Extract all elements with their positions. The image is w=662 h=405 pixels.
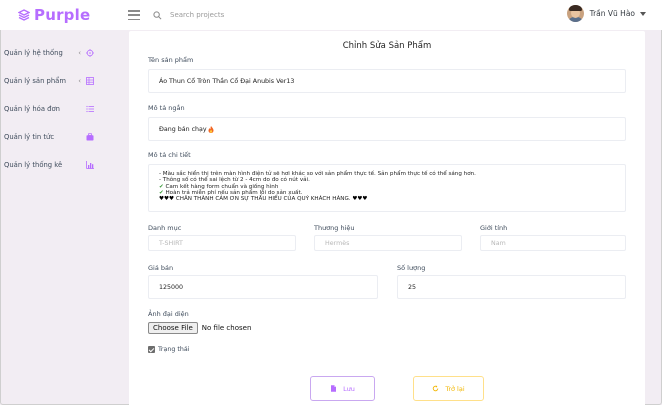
category-placeholder: T-SHIRT xyxy=(159,239,183,247)
sidebar: Quản lý hệ thống ‹ Quản lý sản phẩm ‹ Qu… xyxy=(0,30,103,179)
sidebar-item-label: Quản lý tin tức xyxy=(4,133,55,141)
chevron-left-icon: ‹ xyxy=(78,76,81,85)
logo-icon xyxy=(18,9,30,21)
detail-desc-label: Mô tả chi tiết xyxy=(148,151,191,159)
brand-label: Thương hiệu xyxy=(314,224,355,232)
search-icon xyxy=(153,10,162,19)
status-checkbox-row: Trạng thái xyxy=(148,346,189,353)
crosshair-icon xyxy=(86,49,94,57)
table-icon xyxy=(86,77,94,85)
gender-select[interactable]: Nam xyxy=(480,235,626,251)
bar-chart-icon xyxy=(86,161,94,169)
sidebar-item-label: Quản lý thống kê xyxy=(4,161,63,169)
quantity-input[interactable]: 25 xyxy=(397,275,626,299)
sidebar-item-statistics[interactable]: Quản lý thống kê xyxy=(0,151,103,179)
caret-down-icon xyxy=(640,11,646,16)
short-desc-input[interactable]: Đang bán chạy xyxy=(148,117,626,141)
sidebar-item-system[interactable]: Quản lý hệ thống ‹ xyxy=(0,39,103,67)
choose-file-button[interactable]: Choose File xyxy=(148,322,198,334)
user-name: Trần Vũ Hào xyxy=(589,9,635,18)
status-label: Trạng thái xyxy=(158,346,190,353)
check-mark-icon: ✔ xyxy=(159,183,164,190)
sidebar-item-invoices[interactable]: Quản lý hóa đơn xyxy=(0,95,103,123)
edit-product-card: Chỉnh Sửa Sản Phẩm Tên sản phẩm Áo Thun … xyxy=(129,31,645,405)
price-value: 125000 xyxy=(159,283,184,291)
short-desc-label: Mô tả ngắn xyxy=(148,104,185,112)
refresh-icon xyxy=(433,385,439,392)
hearts-icon: ♥♥♥ xyxy=(159,196,175,203)
sidebar-item-label: Quản lý hệ thống xyxy=(4,49,63,57)
quantity-value: 25 xyxy=(408,283,417,291)
file-input: Choose File No file chosen xyxy=(148,322,251,334)
list-icon xyxy=(86,105,94,113)
hearts-icon: ♥♥♥ xyxy=(352,196,368,203)
detail-desc-textarea[interactable]: - Màu sắc hiển thị trên màn hình điện tử… xyxy=(148,164,626,212)
sidebar-item-products[interactable]: Quản lý sản phẩm ‹ xyxy=(0,67,103,95)
user-menu[interactable]: Trần Vũ Hào xyxy=(566,5,646,22)
image-label: Ảnh đại diện xyxy=(148,310,189,318)
search-input[interactable] xyxy=(170,11,290,19)
gender-placeholder: Nam xyxy=(491,239,506,247)
back-button-label: Trở lại xyxy=(445,384,465,393)
brand-name: Purple xyxy=(34,6,91,24)
product-name-value: Áo Thun Cổ Tròn Thần Cổ Đại Anubis Ver13 xyxy=(159,77,295,85)
sidebar-item-label: Quản lý sản phẩm xyxy=(4,77,66,85)
chevron-left-icon: ‹ xyxy=(78,48,81,57)
search-bar xyxy=(153,10,290,20)
page-title: Chỉnh Sửa Sản Phẩm xyxy=(342,41,432,51)
quantity-label: Số lượng xyxy=(397,264,426,272)
brand-placeholder: Hermès xyxy=(325,239,350,247)
fire-emoji-icon xyxy=(208,125,214,133)
short-desc-value: Đang bán chạy xyxy=(159,125,207,133)
avatar xyxy=(566,5,584,22)
back-button[interactable]: Trở lại xyxy=(413,376,484,401)
sidebar-item-news[interactable]: Quản lý tin tức xyxy=(0,123,103,151)
briefcase-icon xyxy=(86,133,94,141)
brand-select[interactable]: Hermès xyxy=(314,235,462,251)
gender-label: Giới tính xyxy=(480,224,508,232)
price-input[interactable]: 125000 xyxy=(148,275,378,299)
status-checkbox[interactable] xyxy=(148,346,155,353)
sidebar-item-label: Quản lý hóa đơn xyxy=(4,105,60,113)
save-button[interactable]: Lưu xyxy=(310,376,375,401)
price-label: Giá bán xyxy=(148,264,174,272)
detail-desc-line: ♥♥♥ CHÂN THÀNH CẢM ƠN SỰ THẤU HIỂU CỦA Q… xyxy=(159,196,368,203)
file-icon xyxy=(331,385,337,392)
category-label: Danh mục xyxy=(148,224,182,232)
product-name-input[interactable]: Áo Thun Cổ Tròn Thần Cổ Đại Anubis Ver13 xyxy=(148,69,626,93)
top-navbar: Purple Trần Vũ Hào xyxy=(0,0,662,30)
save-button-label: Lưu xyxy=(343,384,355,393)
file-status: No file chosen xyxy=(201,324,252,332)
product-name-label: Tên sản phẩm xyxy=(148,56,194,64)
brand[interactable]: Purple xyxy=(0,6,125,24)
menu-toggle-icon[interactable] xyxy=(128,10,140,20)
category-select[interactable]: T-SHIRT xyxy=(148,235,296,251)
check-mark-icon: ✔ xyxy=(159,189,164,196)
